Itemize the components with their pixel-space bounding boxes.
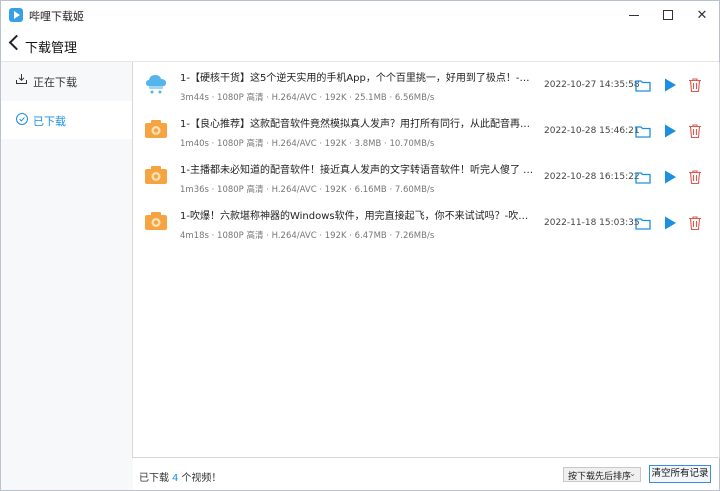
- list-item: 1-【良心推荐】这款配音软件竟然模拟真人发声？用打所有同行，从此配音再也不求人……: [133, 108, 719, 154]
- list-item: 1-吹爆！六款堪称神器的Windows软件，用完直接起飞，你不来试试吗？-吹爆！…: [133, 200, 719, 246]
- download-count: 已下载 4 个视频！: [139, 469, 221, 484]
- footer-bar: 已下载 4 个视频！ 按下载先后排序 ⌄ 清空所有记录: [133, 458, 719, 490]
- play-icon[interactable]: [662, 170, 678, 184]
- close-button[interactable]: ✕: [685, 1, 719, 29]
- play-icon[interactable]: [662, 216, 678, 230]
- download-icon: [16, 74, 27, 84]
- downloaded-list: 1-【硬核干货】这5个逆天实用的手机App，个个百里挑一，好用到了极点！-【硬核…: [132, 62, 720, 458]
- sidebar-item-label: 已下载: [33, 115, 66, 128]
- video-meta: 1m36s · 1080P 高清 · H.264/AVC · 192K · 6.…: [180, 185, 435, 195]
- page-header: 下载管理: [1, 29, 719, 62]
- sort-dropdown-value: 按下载先后排序: [568, 472, 632, 482]
- app-window: 哔哩下载姬 ✕ 下载管理 正在下载 已下载 1-【硬核干货】这5个逆天实用的手机…: [0, 0, 720, 491]
- delete-icon[interactable]: [687, 78, 703, 92]
- download-time: 2022-10-28 16:15:22: [544, 172, 640, 182]
- play-icon[interactable]: [662, 78, 678, 92]
- download-time: 2022-10-27 14:35:58: [544, 80, 640, 90]
- camera-icon: [145, 212, 167, 230]
- folder-icon[interactable]: [635, 216, 651, 230]
- minimize-button[interactable]: [617, 1, 651, 29]
- download-time: 2022-10-28 15:46:21: [544, 126, 640, 136]
- count-prefix: 已下载: [139, 473, 169, 484]
- delete-icon[interactable]: [687, 124, 703, 138]
- cloud-avatar-icon: [146, 75, 166, 94]
- app-logo-icon: [9, 8, 23, 22]
- title-bar: 哔哩下载姬 ✕: [1, 1, 719, 29]
- minimize-icon: [629, 14, 639, 16]
- camera-icon: [145, 166, 167, 184]
- sidebar-item-label: 正在下载: [33, 76, 77, 89]
- video-title: 1-吹爆！六款堪称神器的Windows软件，用完直接起飞，你不来试试吗？-吹爆！…: [180, 211, 535, 222]
- back-icon[interactable]: [8, 34, 25, 51]
- maximize-icon: [663, 10, 673, 20]
- sidebar-item-downloaded[interactable]: 已下载: [1, 101, 133, 139]
- maximize-button[interactable]: [651, 1, 685, 29]
- folder-icon[interactable]: [635, 124, 651, 138]
- count-suffix: 个视频！: [181, 473, 222, 484]
- video-title: 1-主播都未必知道的配音软件！接近真人发声的文字转语音软件！听完人傻了 | 御姐…: [180, 165, 535, 176]
- count-number: 4: [172, 473, 179, 484]
- video-title: 1-【良心推荐】这款配音软件竟然模拟真人发声？用打所有同行，从此配音再也不求人…: [180, 119, 535, 130]
- video-meta: 3m44s · 1080P 高清 · H.264/AVC · 192K · 25…: [180, 93, 435, 103]
- sidebar: 正在下载 已下载: [1, 62, 133, 490]
- chevron-down-icon: ⌄: [629, 469, 636, 478]
- app-title: 哔哩下载姬: [29, 10, 84, 23]
- video-meta: 1m40s · 1080P 高清 · H.264/AVC · 192K · 3.…: [180, 139, 435, 149]
- list-item: 1-【硬核干货】这5个逆天实用的手机App，个个百里挑一，好用到了极点！-【硬核…: [133, 62, 719, 108]
- delete-icon[interactable]: [687, 216, 703, 230]
- sidebar-item-downloading[interactable]: 正在下载: [1, 62, 133, 100]
- video-meta: 4m18s · 1080P 高清 · H.264/AVC · 192K · 6.…: [180, 231, 435, 241]
- delete-icon[interactable]: [687, 170, 703, 184]
- download-time: 2022-11-18 15:03:35: [544, 218, 640, 228]
- clear-all-records-button[interactable]: 清空所有记录: [649, 465, 711, 483]
- list-item: 1-主播都未必知道的配音软件！接近真人发声的文字转语音软件！听完人傻了 | 御姐…: [133, 154, 719, 200]
- page-title: 下载管理: [25, 41, 78, 56]
- video-title: 1-【硬核干货】这5个逆天实用的手机App，个个百里挑一，好用到了极点！-【硬核…: [180, 73, 535, 84]
- sort-dropdown[interactable]: 按下载先后排序 ⌄: [563, 467, 641, 482]
- folder-icon[interactable]: [635, 170, 651, 184]
- camera-icon: [145, 120, 167, 138]
- play-icon[interactable]: [662, 124, 678, 138]
- folder-icon[interactable]: [635, 78, 651, 92]
- check-circle-icon: [16, 113, 28, 125]
- close-icon: ✕: [696, 7, 708, 23]
